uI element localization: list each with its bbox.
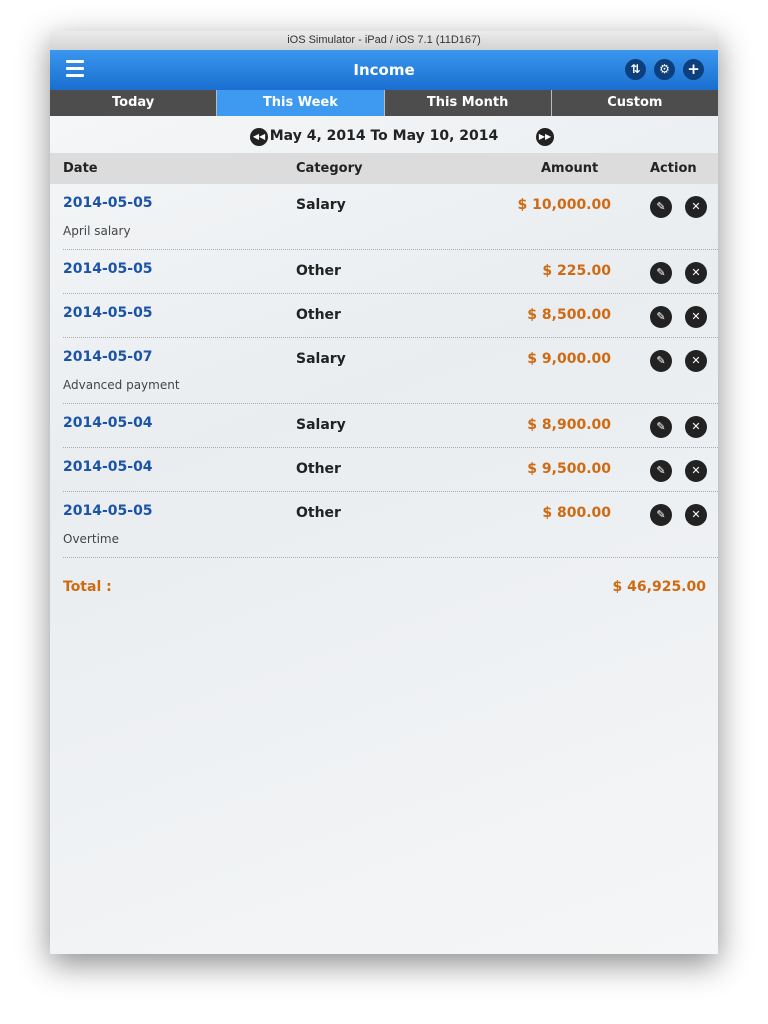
- delete-icon[interactable]: ✕: [685, 262, 707, 284]
- previous-period-icon[interactable]: ◀◀: [250, 128, 268, 146]
- row-date: 2014-05-05: [63, 305, 153, 321]
- row-amount: $ 10,000.00: [517, 197, 611, 213]
- column-amount: Amount: [541, 161, 599, 176]
- total-value: $ 46,925.00: [612, 579, 706, 595]
- column-action: Action: [650, 161, 697, 176]
- next-period-icon[interactable]: ▶▶: [536, 128, 554, 146]
- edit-icon[interactable]: ✎: [650, 196, 672, 218]
- delete-icon[interactable]: ✕: [685, 460, 707, 482]
- row-note: Overtime: [63, 532, 119, 546]
- date-navigator: ◀◀ May 4, 2014 To May 10, 2014 ▶▶: [50, 116, 718, 153]
- table-row[interactable]: 2014-05-07 Advanced payment Salary $ 9,0…: [63, 338, 718, 404]
- simulator-window: iOS Simulator - iPad / iOS 7.1 (11D167) …: [50, 31, 718, 954]
- column-date: Date: [63, 161, 98, 176]
- app-header: Income ⇅ ⚙ +: [50, 50, 718, 90]
- row-amount: $ 8,900.00: [527, 417, 611, 433]
- row-amount: $ 800.00: [542, 505, 611, 521]
- row-date: 2014-05-07: [63, 349, 153, 365]
- row-amount: $ 225.00: [542, 263, 611, 279]
- delete-icon[interactable]: ✕: [685, 350, 707, 372]
- row-category: Salary: [296, 417, 346, 433]
- edit-icon[interactable]: ✎: [650, 306, 672, 328]
- table-row[interactable]: 2014-05-05 Overtime Other $ 800.00 ✎ ✕: [63, 492, 718, 558]
- row-category: Other: [296, 461, 341, 477]
- table-row[interactable]: 2014-05-04 Other $ 9,500.00 ✎ ✕: [63, 448, 718, 492]
- date-range: May 4, 2014 To May 10, 2014: [269, 128, 499, 144]
- edit-icon[interactable]: ✎: [650, 416, 672, 438]
- edit-icon[interactable]: ✎: [650, 262, 672, 284]
- row-category: Other: [296, 307, 341, 323]
- window-title: iOS Simulator - iPad / iOS 7.1 (11D167): [50, 31, 718, 50]
- tab-custom[interactable]: Custom: [552, 90, 718, 116]
- row-amount: $ 9,500.00: [527, 461, 611, 477]
- income-list: 2014-05-05 April salary Salary $ 10,000.…: [50, 184, 718, 558]
- edit-icon[interactable]: ✎: [650, 504, 672, 526]
- table-row[interactable]: 2014-05-04 Salary $ 8,900.00 ✎ ✕: [63, 404, 718, 448]
- tab-today[interactable]: Today: [50, 90, 218, 116]
- delete-icon[interactable]: ✕: [685, 416, 707, 438]
- row-date: 2014-05-04: [63, 459, 153, 475]
- row-note: April salary: [63, 224, 131, 238]
- period-tabs: Today This Week This Month Custom: [50, 90, 718, 116]
- row-amount: $ 9,000.00: [527, 351, 611, 367]
- table-header: Date Category Amount Action: [50, 153, 718, 184]
- page-title: Income: [353, 61, 415, 79]
- row-category: Salary: [296, 351, 346, 367]
- table-row[interactable]: 2014-05-05 Other $ 225.00 ✎ ✕: [63, 250, 718, 294]
- delete-icon[interactable]: ✕: [685, 306, 707, 328]
- row-date: 2014-05-05: [63, 195, 153, 211]
- delete-icon[interactable]: ✕: [685, 504, 707, 526]
- gear-icon[interactable]: ⚙: [654, 59, 675, 80]
- table-row[interactable]: 2014-05-05 Other $ 8,500.00 ✎ ✕: [63, 294, 718, 338]
- row-date: 2014-05-05: [63, 261, 153, 277]
- column-category: Category: [296, 161, 363, 176]
- row-amount: $ 8,500.00: [527, 307, 611, 323]
- row-category: Other: [296, 263, 341, 279]
- total-label: Total :: [63, 579, 112, 595]
- sort-icon[interactable]: ⇅: [625, 59, 646, 80]
- tab-this-week[interactable]: This Week: [217, 90, 385, 116]
- row-category: Other: [296, 505, 341, 521]
- edit-icon[interactable]: ✎: [650, 350, 672, 372]
- edit-icon[interactable]: ✎: [650, 460, 672, 482]
- table-row[interactable]: 2014-05-05 April salary Salary $ 10,000.…: [63, 184, 718, 250]
- tab-this-month[interactable]: This Month: [385, 90, 552, 116]
- delete-icon[interactable]: ✕: [685, 196, 707, 218]
- row-note: Advanced payment: [63, 378, 180, 392]
- add-icon[interactable]: +: [683, 59, 704, 80]
- row-category: Salary: [296, 197, 346, 213]
- row-date: 2014-05-04: [63, 415, 153, 431]
- row-date: 2014-05-05: [63, 503, 153, 519]
